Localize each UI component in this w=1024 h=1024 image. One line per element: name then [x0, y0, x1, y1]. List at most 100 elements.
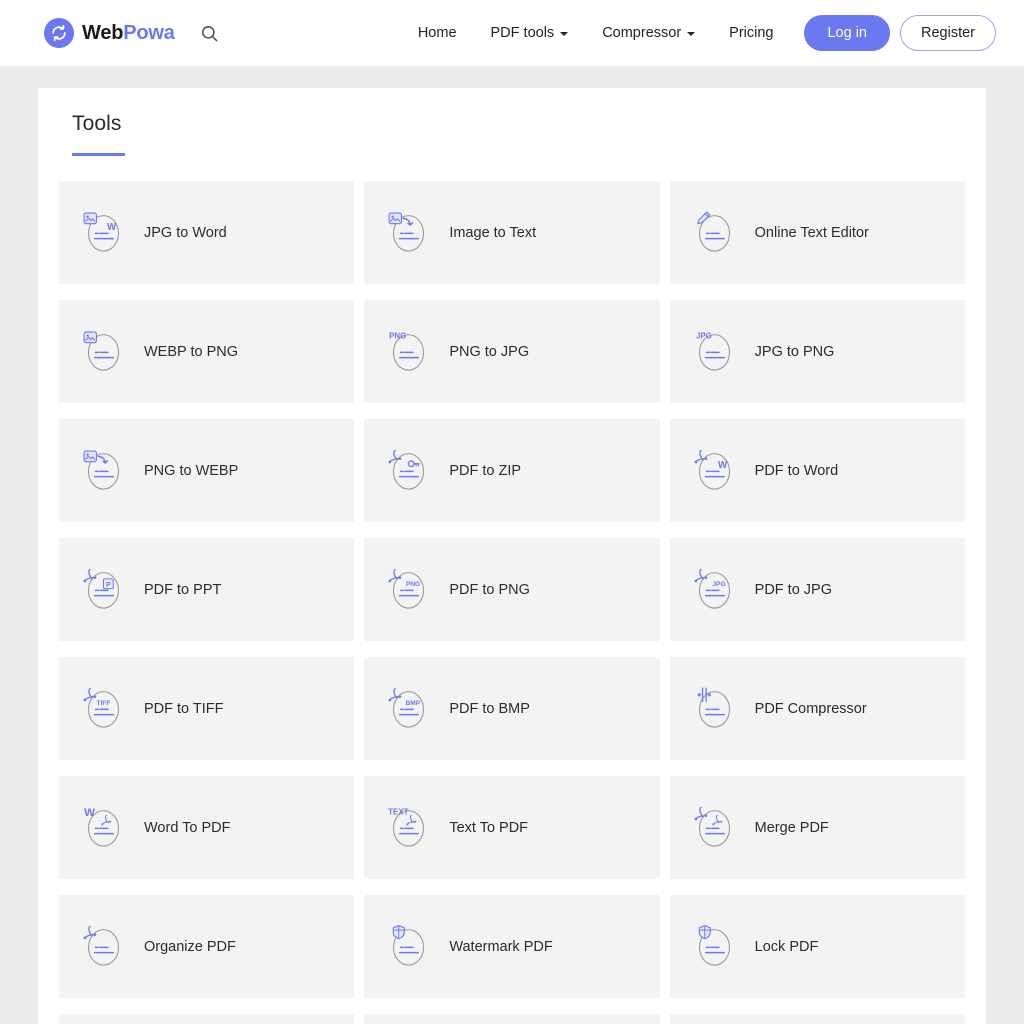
nav-links: Home PDF tools Compressor Pricing Log in…	[401, 15, 996, 51]
tool-card-label: PDF to ZIP	[449, 462, 522, 479]
nav-item-pdf-tools[interactable]: PDF tools	[474, 17, 586, 49]
tool-card[interactable]: WEBP to PNG	[59, 300, 355, 403]
png-document-icon: PNG	[382, 325, 435, 378]
tool-card-label: Watermark PDF	[449, 938, 553, 955]
svg-text:W: W	[107, 222, 117, 233]
tool-card-label: Word To PDF	[144, 819, 231, 836]
brand-name-part1: Web	[82, 21, 124, 44]
tool-card-label: Lock PDF	[754, 938, 819, 955]
tool-card[interactable]: JPG JPG to PNG	[669, 300, 965, 403]
tool-card[interactable]: PNG to WEBP	[59, 419, 355, 522]
tool-card-label: PDF to Word	[754, 462, 839, 479]
register-button[interactable]: Register	[900, 15, 996, 51]
svg-text:JPG: JPG	[712, 581, 725, 588]
tool-card[interactable]: PNG PNG to JPG	[364, 300, 660, 403]
tool-card[interactable]: W Word To PDF	[59, 776, 355, 879]
tool-card-label: PDF to TIFF	[144, 700, 224, 717]
tool-card-label: PDF to PNG	[449, 581, 530, 598]
nav-item-pricing-label: Pricing	[729, 25, 774, 41]
tool-card[interactable]: PNG PDF to PNG	[364, 538, 660, 641]
tool-card[interactable]: TIFF PDF to TIFF	[59, 657, 355, 760]
pdf-to-png-icon: PNG	[382, 563, 435, 616]
svg-text:PNG: PNG	[406, 581, 420, 588]
tool-card-label: Online Text Editor	[754, 224, 869, 241]
nav-item-home-label: Home	[417, 25, 457, 41]
tool-card[interactable]: Image to Text	[364, 181, 660, 284]
tool-card[interactable]: Watermark PDF	[364, 895, 660, 998]
nav-item-home[interactable]: Home	[401, 17, 474, 49]
tool-card[interactable]: W PDF to Word	[669, 419, 965, 522]
tool-card-label: Organize PDF	[144, 938, 236, 955]
tool-card[interactable]: Unlock PDF	[59, 1014, 355, 1024]
tool-card-label: Image to Text	[449, 224, 537, 241]
tool-card[interactable]: BMP PDF to BMP	[364, 657, 660, 760]
tool-card-label: PDF to PPT	[144, 581, 222, 598]
brand-name-part2: Powa	[123, 21, 175, 44]
tool-card[interactable]: JPG JPG To PDF	[364, 1014, 660, 1024]
brand-name: WebPowa	[82, 22, 175, 45]
svg-text:W: W	[84, 807, 95, 819]
page-title: Tools	[72, 112, 122, 135]
panel-header: Tools	[58, 88, 966, 156]
pdf-to-word-icon: W	[688, 444, 741, 497]
pdf-to-tiff-icon: TIFF	[77, 682, 130, 735]
nav-item-compressor-label: Compressor	[602, 25, 682, 41]
pdf-to-bmp-icon: BMP	[382, 682, 435, 735]
tools-grid: W JPG to Word Image to Text Online Text …	[58, 181, 966, 1024]
tool-card-label: JPG to Word	[144, 224, 227, 241]
tool-card-label: PDF to BMP	[449, 700, 530, 717]
tool-card-label: PNG to JPG	[449, 343, 530, 360]
svg-text:BMP: BMP	[406, 700, 421, 707]
merge-pdf-icon	[688, 801, 741, 854]
tool-card[interactable]: Online Text Editor	[669, 181, 965, 284]
page-body: Tools W JPG to Word Image to Text Online…	[0, 66, 1024, 1024]
svg-text:P: P	[106, 582, 111, 589]
pdf-to-jpg-icon: JPG	[688, 563, 741, 616]
watermark-pdf-icon	[382, 920, 435, 973]
tool-card[interactable]: Merge PDF	[669, 776, 965, 879]
brand-logo[interactable]: WebPowa	[44, 18, 175, 48]
tool-card-label: Text To PDF	[449, 819, 529, 836]
nav-item-pricing[interactable]: Pricing	[712, 17, 790, 49]
chevron-down-icon	[687, 32, 696, 36]
tool-card-label: PNG to WEBP	[144, 462, 239, 479]
svg-text:TIFF: TIFF	[97, 700, 111, 707]
tool-card[interactable]: Organize PDF	[59, 895, 355, 998]
tool-card[interactable]: PDF to ZIP	[364, 419, 660, 522]
tool-card[interactable]: Lock PDF	[669, 895, 965, 998]
jpg-document-icon: JPG	[688, 325, 741, 378]
tool-card[interactable]: P PDF to PPT	[59, 538, 355, 641]
tool-card-label: Merge PDF	[754, 819, 829, 836]
tool-card-label: JPG to PNG	[754, 343, 835, 360]
image-to-word-icon: W	[77, 206, 130, 259]
svg-text:TEXT: TEXT	[389, 807, 409, 816]
svg-text:W: W	[718, 460, 728, 471]
word-to-pdf-icon: W	[77, 801, 130, 854]
chevron-down-icon	[560, 32, 569, 36]
organize-pdf-icon	[77, 920, 130, 973]
search-icon[interactable]	[197, 20, 223, 46]
tool-card[interactable]: JPG PDF to JPG	[669, 538, 965, 641]
image-document-icon	[77, 325, 130, 378]
refresh-circle-icon	[44, 18, 74, 48]
tool-card[interactable]: TEXT Text To PDF	[364, 776, 660, 879]
text-to-pdf-icon: TEXT	[382, 801, 435, 854]
svg-text:PNG: PNG	[389, 331, 406, 340]
image-to-text-icon	[382, 206, 435, 259]
pdf-to-zip-icon	[382, 444, 435, 497]
svg-text:JPG: JPG	[696, 331, 712, 340]
tool-card-label: PDF Compressor	[754, 700, 867, 717]
lock-pdf-icon	[688, 920, 741, 973]
nav-item-compressor[interactable]: Compressor	[585, 17, 712, 49]
pdf-compressor-icon	[688, 682, 741, 735]
login-button[interactable]: Log in	[804, 15, 890, 51]
tool-card-label: PDF to JPG	[754, 581, 833, 598]
tools-panel: Tools W JPG to Word Image to Text Online…	[38, 88, 986, 1024]
pdf-to-ppt-icon: P	[77, 563, 130, 616]
tool-card[interactable]: PNG PNG To PDF	[669, 1014, 965, 1024]
tool-card[interactable]: W JPG to Word	[59, 181, 355, 284]
image-to-webp-icon	[77, 444, 130, 497]
nav-item-pdf-tools-label: PDF tools	[490, 25, 555, 41]
tool-card[interactable]: PDF Compressor	[669, 657, 965, 760]
top-navigation-bar: WebPowa Home PDF tools Compressor Pricin…	[0, 0, 1024, 66]
